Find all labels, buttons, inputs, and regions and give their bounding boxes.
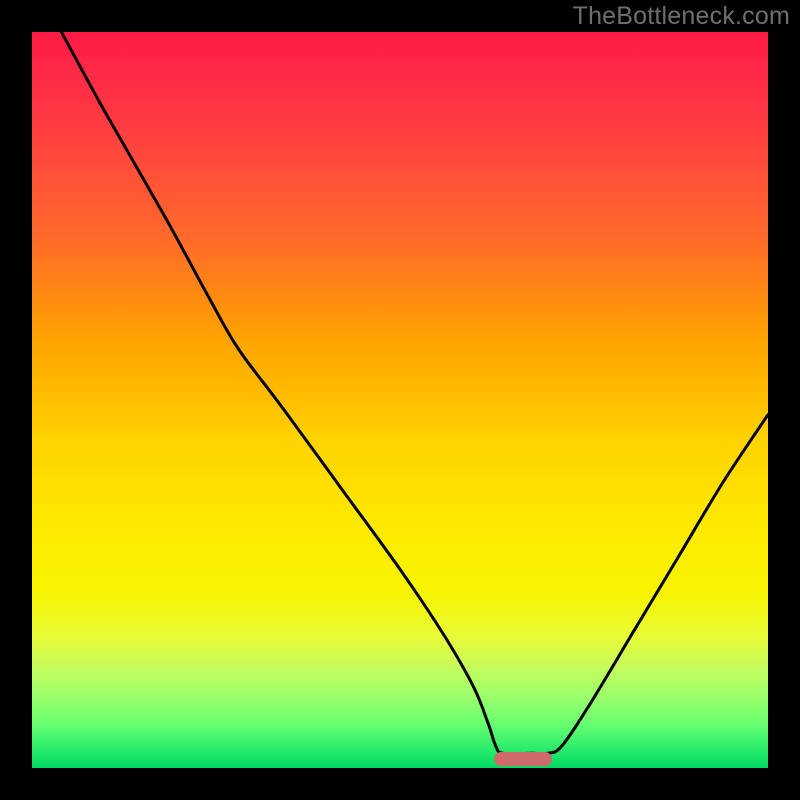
optimal-range-marker (494, 752, 552, 766)
watermark-text: TheBottleneck.com (573, 2, 790, 31)
chart-curve-svg (32, 32, 768, 768)
chart-plot-area (32, 32, 768, 768)
bottleneck-curve-path (61, 32, 768, 754)
